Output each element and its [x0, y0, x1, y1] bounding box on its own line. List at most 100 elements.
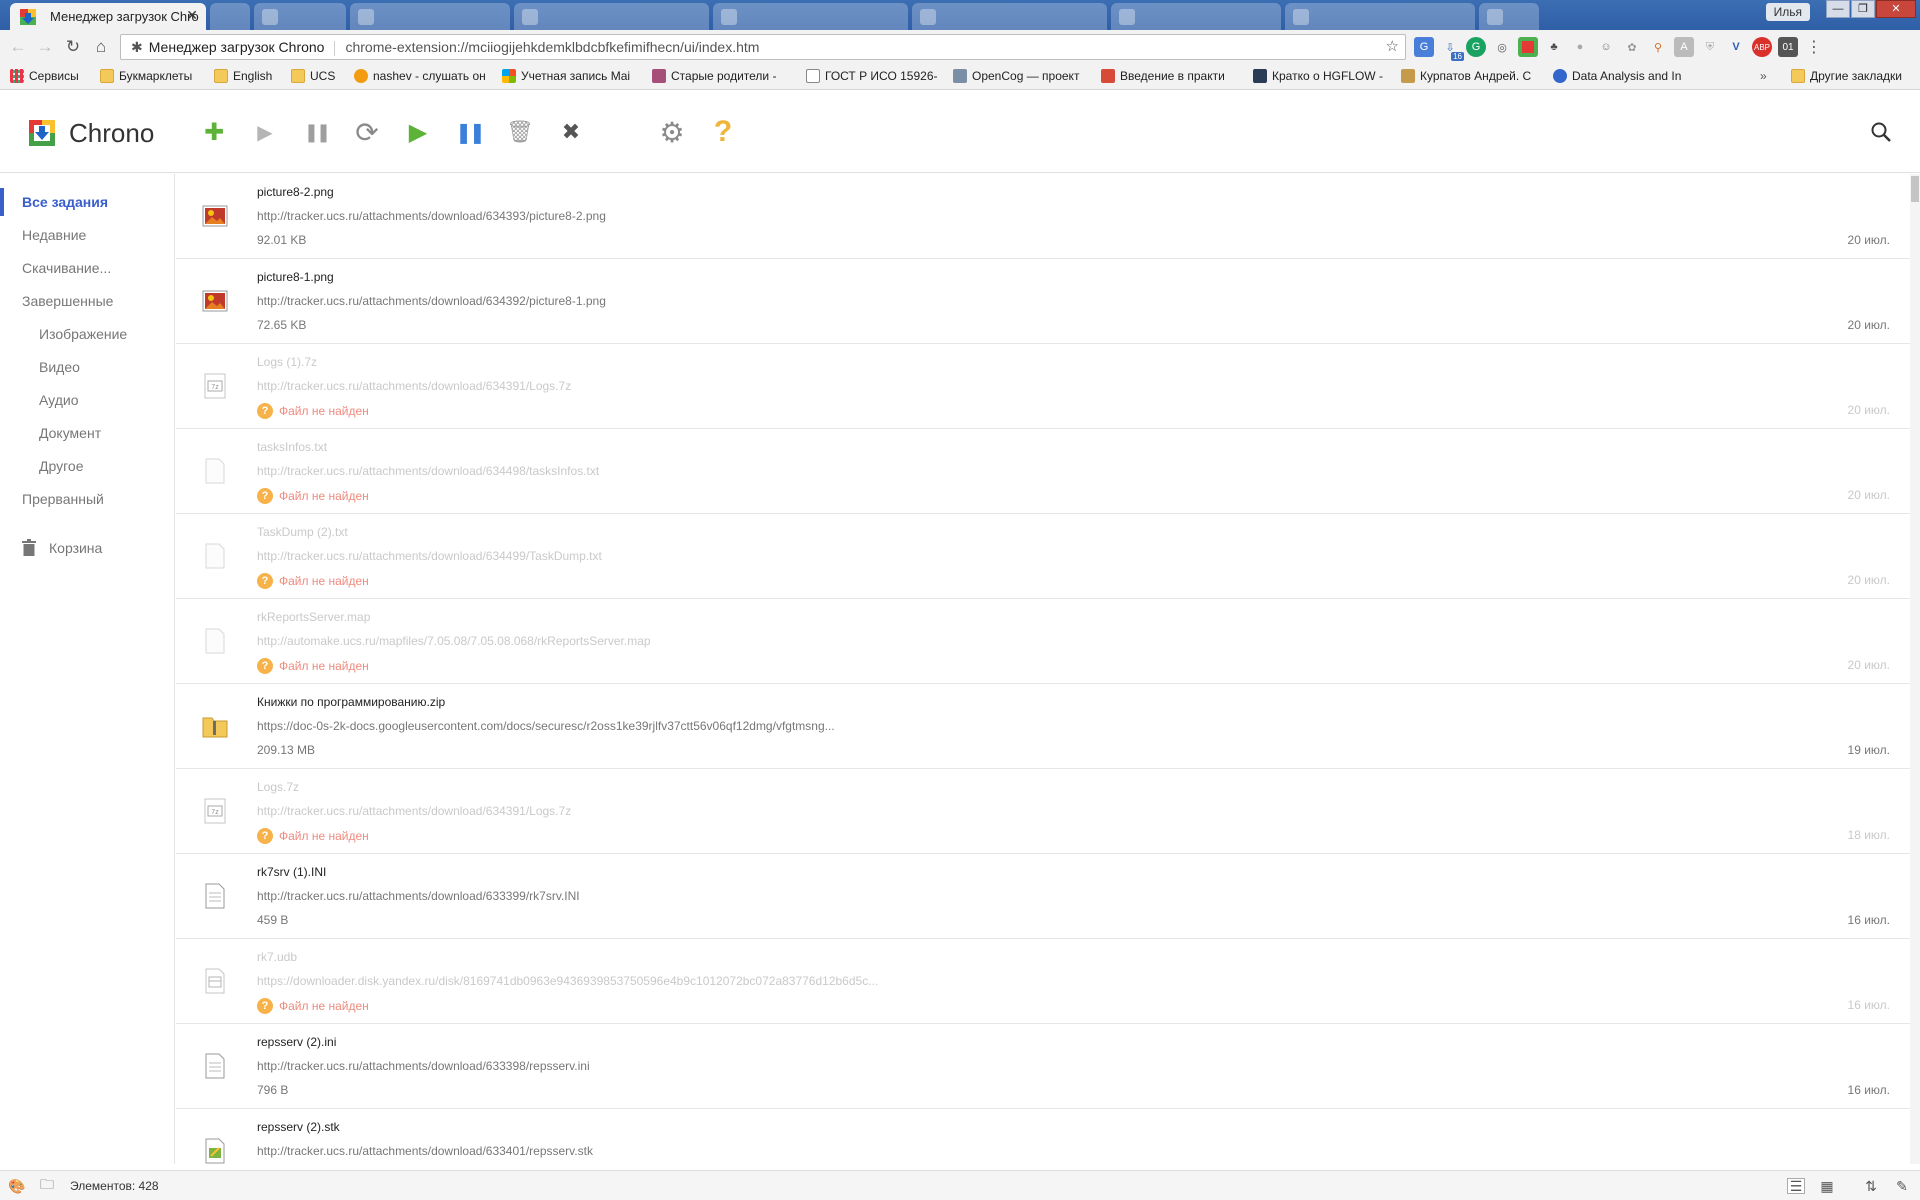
download-row[interactable]: Книжки по программированию.zip https://do…	[176, 684, 1910, 769]
settings-icon[interactable]: ⚙	[656, 116, 688, 148]
play-icon[interactable]: ▶	[249, 116, 281, 148]
sidebar-item-other[interactable]: Другое	[39, 458, 83, 474]
scrollbar-thumb[interactable]	[1911, 176, 1919, 202]
download-url[interactable]: http://tracker.ucs.ru/attachments/downlo…	[257, 804, 571, 818]
bookmark-folder[interactable]: Букмарклеты	[100, 69, 196, 83]
download-row[interactable]: 7z Logs.7z http://tracker.ucs.ru/attachmen…	[176, 769, 1910, 854]
bookmark-item[interactable]: Кратко о HGFLOW -	[1253, 69, 1387, 83]
window-close-button[interactable]: ✕	[1876, 0, 1916, 18]
download-row[interactable]: tasksInfos.txt http://tracker.ucs.ru/atta…	[176, 429, 1910, 514]
download-filename[interactable]: tasksInfos.txt	[257, 440, 327, 454]
v-extension-icon[interactable]: V	[1726, 37, 1746, 57]
browser-tab[interactable]	[1285, 3, 1475, 30]
counter-extension-icon[interactable]: 01	[1778, 37, 1798, 57]
bookmark-item[interactable]: Введение в практи	[1101, 69, 1239, 83]
download-url[interactable]: http://tracker.ucs.ru/attachments/downlo…	[257, 1144, 593, 1158]
translate-extension-icon[interactable]: G	[1414, 37, 1434, 57]
bookmark-item[interactable]: Учетная запись Mai	[502, 69, 642, 83]
bookmark-item[interactable]: ГОСТ Р ИСО 15926-	[806, 69, 940, 83]
other-bookmarks[interactable]: Другие закладки	[1791, 69, 1902, 83]
download-row[interactable]: rkReportsServer.map http://automake.ucs.r…	[176, 599, 1910, 684]
clear-icon[interactable]: 🗑	[504, 116, 536, 148]
sidebar-item-downloading[interactable]: Скачивание...	[22, 260, 111, 276]
download-filename[interactable]: picture8-1.png	[257, 270, 334, 284]
profile-user-chip[interactable]: Илья	[1765, 3, 1810, 21]
browser-tab-new[interactable]	[210, 3, 250, 30]
download-row[interactable]: 7z Logs (1).7z http://tracker.ucs.ru/attac…	[176, 344, 1910, 429]
download-row[interactable]: picture8-2.png http://tracker.ucs.ru/atta…	[176, 174, 1910, 259]
shield-extension-icon[interactable]: ⛨	[1700, 37, 1720, 57]
window-minimize-button[interactable]: —	[1826, 0, 1850, 18]
browser-tab[interactable]	[350, 3, 510, 30]
clean-icon[interactable]: ✎	[1893, 1178, 1911, 1194]
browser-tab[interactable]	[1111, 3, 1281, 30]
adblock-plus-icon[interactable]: ABP	[1752, 37, 1772, 57]
download-url[interactable]: http://tracker.ucs.ru/attachments/downlo…	[257, 549, 602, 563]
bike-extension-icon[interactable]: ⚲	[1648, 37, 1668, 57]
downloads-extension-icon[interactable]: ⇩ 16	[1440, 37, 1464, 61]
sidebar-item-document[interactable]: Документ	[39, 425, 101, 441]
download-url[interactable]: http://tracker.ucs.ru/attachments/downlo…	[257, 889, 580, 903]
download-url[interactable]: http://tracker.ucs.ru/attachments/downlo…	[257, 464, 599, 478]
search-icon[interactable]	[1870, 121, 1892, 143]
bookmarks-overflow-icon[interactable]: »	[1760, 69, 1767, 83]
chrome-menu-icon[interactable]: ⋮	[1804, 37, 1824, 57]
download-url[interactable]: http://tracker.ucs.ru/attachments/downlo…	[257, 209, 606, 223]
download-url[interactable]: http://tracker.ucs.ru/attachments/downlo…	[257, 294, 606, 308]
bookmark-star-icon[interactable]: ☆	[1386, 35, 1399, 59]
reload-icon[interactable]: ↻	[62, 36, 84, 58]
bookmark-item[interactable]: Курпатов Андрей. С	[1401, 69, 1541, 83]
grid-view-icon[interactable]: ▦	[1818, 1178, 1836, 1194]
tab-close-icon[interactable]: ✕	[186, 7, 198, 24]
browser-tab-active[interactable]: Менеджер загрузок Chro ✕	[10, 3, 206, 30]
cancel-icon[interactable]: ✖	[555, 116, 587, 148]
sidebar-item-images[interactable]: Изображение	[39, 326, 127, 342]
download-filename[interactable]: rk7.udb	[257, 950, 297, 964]
download-filename[interactable]: rk7srv (1).INI	[257, 865, 326, 879]
circle-extension-icon[interactable]: ●	[1570, 37, 1590, 57]
eye-extension-icon[interactable]: ◎	[1492, 37, 1512, 57]
sidebar-item-recent[interactable]: Недавние	[22, 227, 86, 243]
palette-icon[interactable]: 🎨	[8, 1178, 26, 1194]
ghost-extension-icon[interactable]: ☺	[1596, 37, 1616, 57]
back-icon[interactable]: ←	[7, 36, 29, 58]
download-filename[interactable]: TaskDump (2).txt	[257, 525, 348, 539]
download-row[interactable]: rk7srv (1).INI http://tracker.ucs.ru/atta…	[176, 854, 1910, 939]
download-url[interactable]: https://doc-0s-2k-docs.googleusercontent…	[257, 719, 835, 733]
download-filename[interactable]: Logs (1).7z	[257, 355, 317, 369]
sidebar-item-completed[interactable]: Завершенные	[22, 293, 113, 309]
browser-tab[interactable]	[1479, 3, 1539, 30]
sidebar-item-trash[interactable]: Корзина	[49, 540, 102, 556]
browser-tab[interactable]	[912, 3, 1107, 30]
bookmark-item[interactable]: nashev - слушать он	[354, 69, 496, 83]
download-row[interactable]: repsserv (2).ini http://tracker.ucs.ru/at…	[176, 1024, 1910, 1109]
download-row[interactable]: repsserv (2).stk http://tracker.ucs.ru/at…	[176, 1109, 1910, 1164]
open-folder-icon[interactable]: 🗀	[38, 1176, 56, 1194]
download-url[interactable]: http://tracker.ucs.ru/attachments/downlo…	[257, 1059, 590, 1073]
bookmark-folder[interactable]: UCS	[291, 69, 351, 83]
list-view-icon[interactable]: ☰	[1787, 1178, 1805, 1194]
evernote-extension-icon[interactable]: ♣	[1544, 37, 1564, 57]
bookmark-apps[interactable]: Сервисы	[10, 69, 79, 83]
start-all-icon[interactable]: ▶	[402, 116, 434, 148]
bookmark-folder[interactable]: English	[214, 69, 290, 83]
download-url[interactable]: https://downloader.disk.yandex.ru/disk/8…	[257, 974, 878, 988]
font-extension-icon[interactable]: A	[1674, 37, 1694, 57]
add-icon[interactable]: ✚	[198, 116, 230, 148]
pause-all-icon[interactable]: ❚❚	[453, 116, 486, 148]
browser-tab[interactable]	[254, 3, 346, 30]
omnibox-url[interactable]: chrome-extension://mciiogijehkdemklbdcbf…	[345, 39, 759, 55]
browser-tab[interactable]	[514, 3, 709, 30]
sidebar-item-audio[interactable]: Аудио	[39, 392, 79, 408]
pause-icon[interactable]: ❚❚	[300, 116, 332, 148]
chrono-extension-icon[interactable]	[1518, 37, 1538, 57]
download-filename[interactable]: Logs.7z	[257, 780, 299, 794]
browser-tab[interactable]	[713, 3, 908, 30]
address-bar[interactable]: ✱ Менеджер загрузок Chrono chrome-extensio…	[120, 34, 1406, 60]
download-row[interactable]: TaskDump (2).txt http://tracker.ucs.ru/at…	[176, 514, 1910, 599]
bookmark-item[interactable]: Data Analysis and In	[1553, 69, 1695, 83]
download-filename[interactable]: Книжки по программированию.zip	[257, 695, 445, 709]
window-maximize-button[interactable]: ❐	[1851, 0, 1875, 18]
download-filename[interactable]: repsserv (2).stk	[257, 1120, 340, 1134]
download-url[interactable]: http://automake.ucs.ru/mapfiles/7.05.08/…	[257, 634, 651, 648]
